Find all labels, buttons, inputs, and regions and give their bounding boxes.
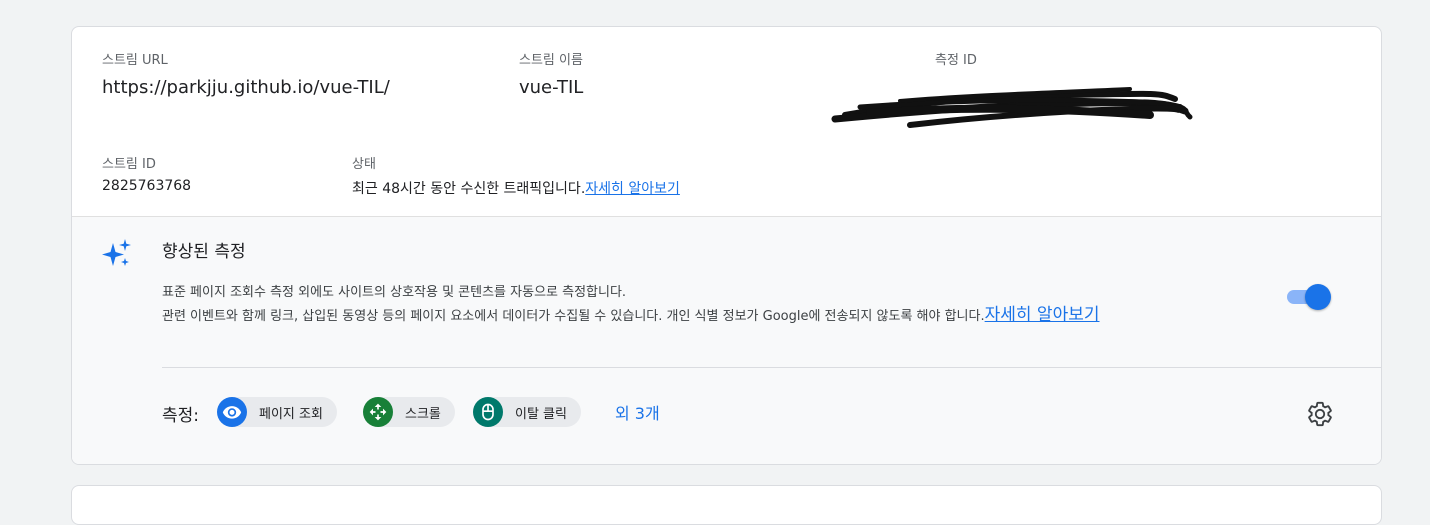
status-learn-more-link[interactable]: 자세히 알아보기 xyxy=(585,181,680,197)
stream-details-card: 스트림 URL https://parkjju.github.io/vue-TI… xyxy=(71,26,1382,465)
chip-label: 스크롤 xyxy=(405,406,441,422)
chip-scroll[interactable]: 스크롤 xyxy=(363,397,455,427)
chip-page-views[interactable]: 페이지 조회 xyxy=(217,397,337,427)
measurement-label: 측정: xyxy=(162,406,200,426)
status-text-row: 최근 48시간 동안 수신한 트래픽입니다.자세히 알아보기 xyxy=(352,178,680,198)
gear-icon[interactable] xyxy=(1306,400,1334,428)
next-card xyxy=(71,485,1382,525)
stream-id-value: 2825763768 xyxy=(102,178,192,194)
stream-id-label: 스트림 ID xyxy=(102,157,156,172)
eye-icon xyxy=(217,397,247,427)
more-measurements-link[interactable]: 외 3개 xyxy=(615,400,660,424)
stream-url-label: 스트림 URL xyxy=(102,53,168,68)
status-label: 상태 xyxy=(352,157,376,172)
stream-name-value: vue-TIL xyxy=(519,77,584,98)
description-line-2: 관련 이벤트와 함께 링크, 삽입된 동영상 등의 페이지 요소에서 데이터가 … xyxy=(162,304,1292,328)
description-line-2-text: 관련 이벤트와 함께 링크, 삽입된 동영상 등의 페이지 요소에서 데이터가 … xyxy=(162,309,985,324)
chip-outbound-clicks[interactable]: 이탈 클릭 xyxy=(473,397,581,427)
section-divider xyxy=(162,367,1381,368)
chip-label: 이탈 클릭 xyxy=(515,406,567,422)
scroll-arrows-icon xyxy=(363,397,393,427)
enhanced-measurement-section: 향상된 측정 표준 페이지 조회수 측정 외에도 사이트의 상호작용 및 콘텐츠… xyxy=(72,216,1381,464)
stream-name-label: 스트림 이름 xyxy=(519,53,583,68)
sparkle-icon xyxy=(102,239,131,266)
enhanced-measurement-toggle[interactable] xyxy=(1285,282,1333,310)
status-text: 최근 48시간 동안 수신한 트래픽입니다. xyxy=(352,181,586,197)
toggle-thumb xyxy=(1305,284,1331,310)
enhanced-measurement-title: 향상된 측정 xyxy=(162,242,246,262)
enhanced-learn-more-link[interactable]: 자세히 알아보기 xyxy=(985,305,1100,325)
chip-label: 페이지 조회 xyxy=(259,406,323,422)
description-line-1: 표준 페이지 조회수 측정 외에도 사이트의 상호작용 및 콘텐츠를 자동으로 … xyxy=(162,285,627,300)
stream-url-value: https://parkjju.github.io/vue-TIL/ xyxy=(102,77,390,98)
measurement-id-label: 측정 ID xyxy=(935,53,977,68)
enhanced-measurement-description: 표준 페이지 조회수 측정 외에도 사이트의 상호작용 및 콘텐츠를 자동으로 … xyxy=(162,281,1292,328)
redacted-measurement-id xyxy=(831,87,1193,128)
mouse-icon xyxy=(473,397,503,427)
